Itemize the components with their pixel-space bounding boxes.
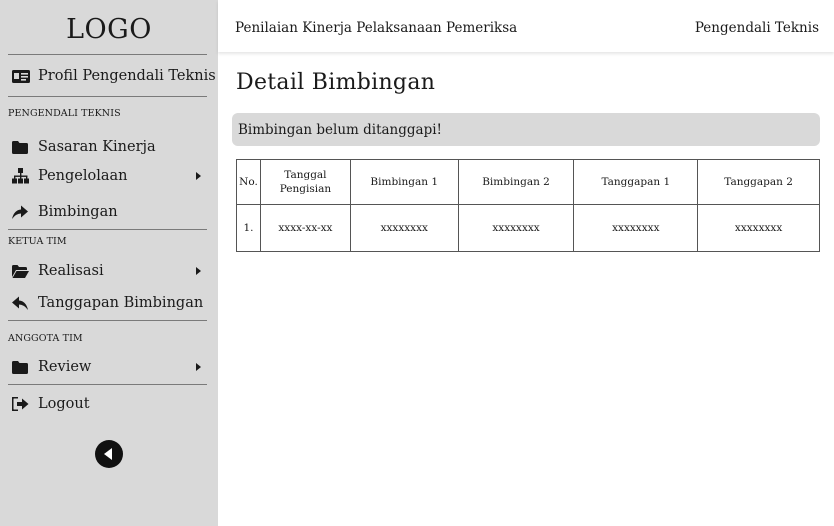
circle-arrow-left-icon[interactable] [95,440,123,468]
header-no: No. [236,159,261,205]
cell-tanggal: xxxx-xx-xx [259,204,351,252]
cell-tanggapan-2: xxxxxxxx [697,204,820,252]
sidebar-divider [8,320,207,321]
sidebar-divider [8,96,207,97]
caret-right-icon [196,267,201,275]
top-bar: Penilaian Kinerja Pelaksanaan Pemeriksa … [218,0,834,52]
table-header-row: No. Tanggal Pengisian Bimbingan 1 Bimbin… [236,159,820,205]
page-title: Detail Bimbingan [236,70,436,95]
sidebar-item-review[interactable]: Review [12,354,201,380]
sidebar-item-label: Sasaran Kinerja [38,139,156,155]
cell-tanggapan-1: xxxxxxxx [573,204,699,252]
header-tanggapan-2: Tanggapan 2 [697,159,820,205]
cell-no: 1. [236,204,261,252]
sitemap-icon [12,168,32,184]
folder-icon [12,139,32,155]
id-card-icon [12,68,32,84]
sidebar: LOGO Profil Pengendali Teknis PENGENDALI… [0,0,218,526]
section-label-ketua: KETUA TIM [8,236,67,247]
sidebar-item-logout[interactable]: Logout [12,391,90,417]
sidebar-divider [8,54,207,55]
header-bimbingan-1: Bimbingan 1 [349,159,459,205]
table-row: 1. xxxx-xx-xx xxxxxxxx xxxxxxxx xxxxxxxx… [236,204,820,252]
reply-icon [12,295,32,311]
section-label-anggota: ANGGOTA TIM [8,333,83,344]
sidebar-item-bimbingan[interactable]: Bimbingan [12,199,118,225]
sidebar-item-label: Logout [38,396,90,412]
user-role: Pengendali Teknis [694,20,819,36]
header-tanggal: Tanggal Pengisian [259,159,351,205]
sidebar-item-profil[interactable]: Profil Pengendali Teknis [12,63,216,89]
sidebar-item-tanggapan[interactable]: Tanggapan Bimbingan [12,290,203,316]
header-tanggapan-1: Tanggapan 1 [573,159,699,205]
sidebar-item-pengelolaan[interactable]: Pengelolaan [12,163,201,189]
bimbingan-table: No. Tanggal Pengisian Bimbingan 1 Bimbin… [236,159,820,252]
cell-bimbingan-1: xxxxxxxx [349,204,459,252]
alert-banner: Bimbingan belum ditanggapi! [232,113,820,146]
caret-right-icon [196,363,201,371]
share-arrow-icon [12,204,32,220]
folder-icon [12,359,32,375]
sign-out-icon [12,396,32,412]
app-title: Penilaian Kinerja Pelaksanaan Pemeriksa [235,20,518,36]
header-bimbingan-2: Bimbingan 2 [457,159,575,205]
folder-open-icon [12,263,32,279]
section-label-pengendali: PENGENDALI TEKNIS [8,108,121,119]
cell-bimbingan-2: xxxxxxxx [457,204,575,252]
sidebar-item-label: Realisasi [38,263,104,279]
sidebar-divider [8,229,207,230]
sidebar-item-label: Profil Pengendali Teknis [38,68,216,84]
sidebar-item-label: Pengelolaan [38,168,128,184]
sidebar-item-realisasi[interactable]: Realisasi [12,258,201,284]
alert-text: Bimbingan belum ditanggapi! [238,121,442,138]
sidebar-divider [8,384,207,385]
logo: LOGO [66,14,152,45]
sidebar-item-label: Tanggapan Bimbingan [38,295,204,311]
caret-right-icon [196,172,201,180]
sidebar-item-sasaran[interactable]: Sasaran Kinerja [12,134,156,160]
sidebar-item-label: Bimbingan [38,204,118,220]
sidebar-item-label: Review [38,359,92,375]
